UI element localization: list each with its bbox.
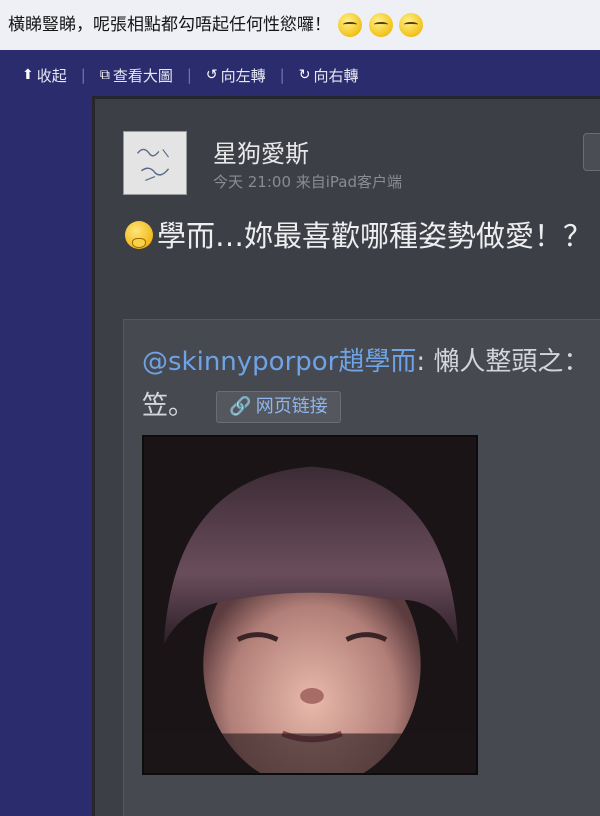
mention-link[interactable]: @skinnyporpor趙學而 bbox=[142, 347, 416, 377]
web-link-button[interactable]: 🔗 网页链接 bbox=[216, 390, 341, 423]
post-card: 星狗愛斯 今天 21:00 来自iPad客户端 ⌄ 學而…妳最喜歡哪種姿勢做愛！… bbox=[92, 96, 600, 816]
avatar[interactable] bbox=[123, 131, 187, 195]
portrait-photo bbox=[144, 437, 476, 773]
collapse-button[interactable]: ⬆ 收起 bbox=[22, 65, 67, 86]
chevron-down-icon[interactable]: ⌄ bbox=[583, 133, 600, 171]
rotate-left-button[interactable]: ↺ 向左轉 bbox=[206, 65, 266, 86]
post-meta: 今天 21:00 来自iPad客户端 bbox=[213, 173, 403, 191]
divider: | bbox=[186, 66, 192, 84]
caption-bar: 橫睇豎睇，呢張相點都勾唔起任何性慾囉！ bbox=[0, 0, 600, 50]
caption-emojis bbox=[338, 0, 424, 50]
thinking-face-icon bbox=[125, 221, 153, 249]
divider: | bbox=[80, 66, 86, 84]
avatar-sketch-icon bbox=[124, 132, 186, 194]
username[interactable]: 星狗愛斯 bbox=[213, 134, 309, 169]
repost-text: @skinnyporpor趙學而: 懶人整頭之：笠。 🔗 网页链接 bbox=[142, 340, 600, 428]
rotate-left-label: 向左轉 bbox=[220, 66, 266, 85]
squinting-face-icon bbox=[368, 13, 393, 37]
view-large-label: 查看大圖 bbox=[112, 66, 173, 85]
post-body: 學而…妳最喜歡哪種姿勢做愛！？ bbox=[157, 219, 593, 253]
web-link-label: 网页链接 bbox=[255, 395, 328, 417]
rotate-left-icon: ↺ bbox=[205, 67, 218, 83]
external-link-icon: ⧉ bbox=[99, 67, 110, 83]
collapse-label: 收起 bbox=[36, 66, 67, 85]
caption-text: 橫睇豎睇，呢張相點都勾唔起任何性慾囉！ bbox=[8, 15, 331, 35]
rotate-right-icon: ↻ bbox=[298, 67, 311, 83]
arrow-up-icon: ⬆ bbox=[22, 67, 34, 83]
squinting-face-icon bbox=[338, 13, 363, 37]
post-photo[interactable] bbox=[142, 435, 478, 775]
repost-box: @skinnyporpor趙學而: 懶人整頭之：笠。 🔗 网页链接 bbox=[123, 319, 600, 816]
rotate-right-button[interactable]: ↻ 向右轉 bbox=[299, 65, 359, 86]
rotate-right-label: 向右轉 bbox=[313, 66, 359, 85]
squinting-face-icon bbox=[399, 13, 424, 37]
view-large-button[interactable]: ⧉ 查看大圖 bbox=[100, 65, 173, 86]
divider: | bbox=[279, 66, 285, 84]
link-icon: 🔗 bbox=[229, 395, 252, 417]
post-text: 學而…妳最喜歡哪種姿勢做愛！？ bbox=[125, 215, 595, 257]
image-toolbar: ⬆ 收起 | ⧉ 查看大圖 | ↺ 向左轉 | ↻ 向右轉 bbox=[22, 58, 600, 92]
